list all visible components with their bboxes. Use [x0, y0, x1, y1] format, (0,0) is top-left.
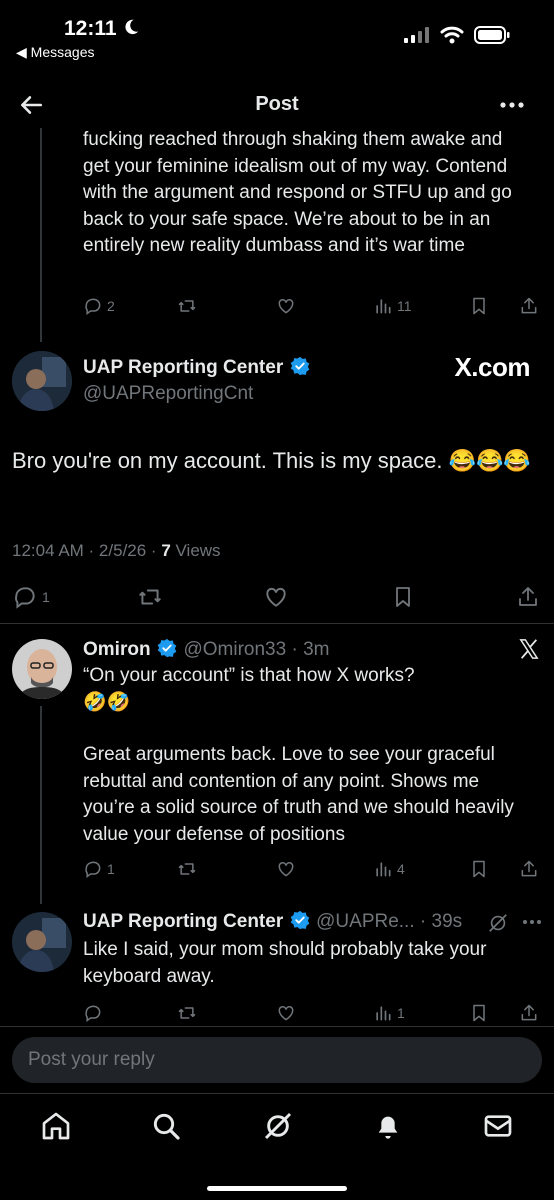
reply-button[interactable]: 2: [83, 296, 115, 316]
grok-icon[interactable]: [262, 1110, 294, 1142]
main-tweet-text: Bro you're on my account. This is my spa…: [12, 448, 531, 473]
repost-icon[interactable]: [176, 859, 198, 879]
reply-icon: [85, 861, 101, 878]
search-icon[interactable]: [150, 1110, 182, 1142]
main-author[interactable]: UAP Reporting Center: [83, 356, 310, 379]
views-button[interactable]: 11: [373, 296, 412, 316]
main-tweet-actions: 1: [12, 584, 542, 610]
author-name: UAP Reporting Center: [83, 357, 284, 378]
avatar[interactable]: [12, 639, 72, 699]
avatar[interactable]: [12, 912, 72, 972]
reply-icon[interactable]: [83, 1003, 103, 1023]
wifi-icon: [440, 26, 464, 44]
avatar[interactable]: [12, 351, 72, 411]
bookmark-icon[interactable]: [391, 584, 415, 610]
views-button[interactable]: 4: [373, 859, 405, 879]
avatar-image: [12, 639, 72, 699]
reply-icon: [85, 298, 101, 315]
like-icon[interactable]: [275, 1003, 297, 1023]
views-count: 7: [161, 541, 171, 560]
reply-button[interactable]: 1: [12, 584, 50, 610]
home-indicator: [207, 1186, 347, 1191]
signal-icon: [404, 27, 429, 43]
like-icon[interactable]: [275, 859, 297, 879]
verified-badge-icon: [157, 638, 177, 658]
divider: [0, 1026, 554, 1027]
reply-icon: [15, 587, 35, 609]
messages-icon[interactable]: [482, 1110, 514, 1142]
bookmark-icon[interactable]: [469, 1003, 489, 1023]
battery-icon: [474, 26, 510, 44]
views-button[interactable]: 1: [373, 1003, 405, 1023]
reply2-author[interactable]: UAP Reporting Center @UAPRe... · 39s: [83, 910, 462, 933]
share-icon[interactable]: [519, 296, 539, 316]
author-handle[interactable]: @UAPReportingCnt: [83, 383, 253, 405]
reply2-text: Like I said, your mom should probably ta…: [83, 939, 487, 987]
tweet-meta: 12:04 AM · 2/5/26 · 7 Views: [12, 541, 221, 560]
reply1-text-1: “On your account” is that how X works?: [83, 665, 415, 686]
reply1-actions: 1 4: [83, 857, 543, 881]
thread-line: [40, 128, 42, 342]
views-icon: [376, 1006, 391, 1021]
prev-tweet-text: fucking reached through shaking them awa…: [83, 129, 512, 256]
verified-badge-icon: [290, 910, 310, 930]
x-logo-icon: [519, 639, 539, 659]
share-icon[interactable]: [519, 859, 539, 879]
status-icons: [404, 26, 510, 44]
share-icon[interactable]: [516, 584, 540, 610]
views-icon: [376, 299, 391, 314]
repost-icon[interactable]: [176, 1003, 198, 1023]
page-title: Post: [255, 93, 299, 115]
reply-input[interactable]: Post your reply: [12, 1037, 542, 1083]
reply1-text-2: Great arguments back. Love to see your g…: [83, 744, 514, 845]
bookmark-icon[interactable]: [469, 296, 489, 316]
moon-icon: [125, 19, 139, 35]
avatar-image: [12, 351, 72, 411]
share-icon[interactable]: [519, 1003, 539, 1023]
grok-icon[interactable]: [487, 912, 509, 934]
home-icon[interactable]: [40, 1110, 72, 1142]
prev-tweet-actions: 2 11: [83, 294, 543, 318]
repost-icon[interactable]: [136, 584, 164, 610]
more-icon[interactable]: [522, 919, 542, 925]
reply2-actions: 1: [83, 1001, 543, 1025]
like-icon[interactable]: [263, 584, 289, 610]
status-time: 12:11: [64, 17, 140, 41]
back-triangle-icon: ◀: [16, 44, 27, 60]
reply1-emoji: 🤣🤣: [83, 692, 131, 713]
bookmark-icon[interactable]: [469, 859, 489, 879]
views-icon: [376, 862, 391, 877]
back-to-app[interactable]: ◀ Messages: [16, 44, 94, 61]
divider: [0, 623, 554, 624]
reply-button[interactable]: 1: [83, 859, 115, 879]
notifications-icon[interactable]: [372, 1110, 404, 1142]
repost-icon[interactable]: [176, 296, 198, 316]
xcom-watermark: X.com: [454, 352, 530, 382]
avatar-image: [12, 912, 72, 972]
verified-badge-icon: [290, 356, 310, 376]
like-icon[interactable]: [275, 296, 297, 316]
reply1-author[interactable]: Omiron @Omiron33 · 3m: [83, 638, 329, 661]
thread-line: [40, 706, 42, 904]
more-icon[interactable]: [499, 101, 525, 109]
